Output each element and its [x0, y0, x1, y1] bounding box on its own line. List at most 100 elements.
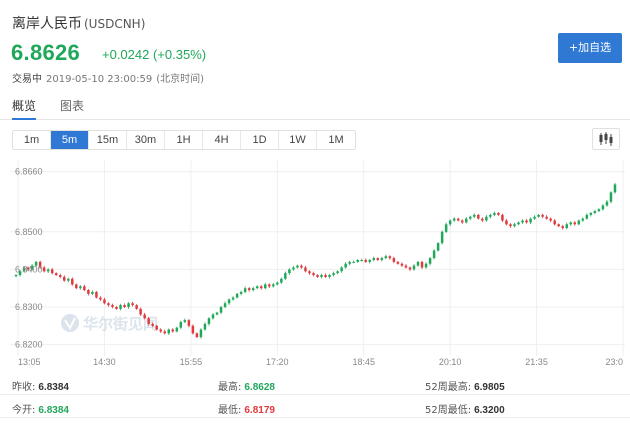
- period-1mo[interactable]: 1M: [317, 131, 355, 149]
- candle-body: [589, 213, 593, 215]
- candle-body: [119, 305, 122, 309]
- candle-body: [54, 273, 58, 276]
- x-tick-label: 17:20: [266, 357, 289, 366]
- period-15m[interactable]: 15m: [89, 131, 127, 149]
- candle-body: [135, 305, 138, 309]
- x-tick-label: 20:10: [439, 357, 462, 366]
- stat-value: 6.8384: [38, 382, 69, 393]
- candle-body: [505, 220, 508, 225]
- candle-body: [155, 325, 158, 330]
- period-30m[interactable]: 30m: [127, 131, 165, 149]
- period-1w[interactable]: 1W: [279, 131, 317, 149]
- candle-body: [292, 267, 295, 270]
- candle-body: [380, 258, 384, 260]
- candle-body: [272, 284, 275, 287]
- candle-body: [50, 269, 54, 274]
- stat-open: 今开: 6.8384: [12, 401, 69, 416]
- candle-body: [328, 275, 331, 277]
- candle-body: [360, 260, 363, 261]
- period-1h[interactable]: 1H: [165, 131, 203, 149]
- candle-body: [376, 258, 380, 260]
- candle-body: [42, 267, 46, 272]
- tab-chart[interactable]: 图表: [60, 97, 84, 120]
- candle-body: [436, 243, 440, 251]
- stat-prev-close: 昨收: 6.8384: [12, 378, 69, 393]
- trading-status: 交易中 2019-05-10 23:00:59 (北京时间): [12, 70, 204, 85]
- candle-body: [159, 329, 162, 332]
- candle-body: [312, 273, 315, 276]
- candlestick-icon: [599, 132, 613, 146]
- x-tick-label: 14:30: [93, 357, 116, 366]
- candle-body: [529, 218, 532, 223]
- candle-body: [392, 258, 396, 262]
- y-tick-label: 6.8200: [15, 340, 43, 350]
- y-tick-label: 6.8300: [15, 302, 43, 312]
- chart-type-button[interactable]: [592, 128, 620, 150]
- period-1d[interactable]: 1D: [241, 131, 279, 149]
- candle-body: [344, 263, 347, 268]
- candle-body: [75, 284, 78, 289]
- instrument-code: (USDCNH): [84, 17, 146, 31]
- candle-body: [448, 220, 452, 225]
- stat-value: 6.9805: [474, 382, 505, 393]
- candle-body: [91, 291, 94, 294]
- candle-body: [473, 214, 476, 217]
- candle-body: [308, 271, 311, 274]
- candle-body: [388, 256, 392, 259]
- candle-body: [103, 299, 106, 304]
- period-4h[interactable]: 4H: [203, 131, 241, 149]
- candle-body: [163, 331, 166, 334]
- candle-body: [151, 323, 154, 326]
- candle-body: [99, 297, 102, 300]
- candle-body: [456, 218, 460, 221]
- candle-body: [585, 214, 589, 219]
- candle-body: [336, 271, 339, 274]
- x-axis-labels: 13:05 14:30 15:55 17:20 18:45 20:10 21:35 23:0: [18, 357, 623, 366]
- candle-body: [356, 260, 359, 262]
- candle-body: [497, 213, 500, 215]
- candle-body: [485, 216, 488, 221]
- candle-body: [525, 220, 528, 223]
- stat-value: 6.3200: [474, 405, 505, 416]
- candle-body: [14, 275, 18, 277]
- candle-body: [231, 297, 235, 300]
- x-tick-label: 13:05: [18, 357, 41, 366]
- y-tick-label: 6.8400: [15, 264, 43, 274]
- period-5m[interactable]: 5m: [51, 131, 89, 149]
- candle-body: [183, 320, 187, 323]
- y-axis-labels: 6.8660 6.8500 6.8400 6.8300 6.8200: [15, 167, 43, 350]
- y-tick-label: 6.8500: [15, 227, 43, 237]
- candle-body: [46, 269, 50, 272]
- add-to-watchlist-button[interactable]: +加自选: [558, 33, 622, 63]
- tab-bar: 概览 图表: [0, 94, 630, 120]
- candle-body: [420, 261, 424, 268]
- x-tick-label: 18:45: [352, 357, 375, 366]
- stat-label: 昨收:: [12, 382, 36, 393]
- candle-body: [481, 218, 484, 221]
- stats-row-1: 昨收: 6.8384 最高: 6.8628 52周最高: 6.9805: [0, 373, 630, 395]
- status-text: 交易中: [12, 74, 42, 85]
- candlestick-chart[interactable]: 华尔街见闻 6.8660 6.8500 6.8400 6.8300 6.8200 13:…: [10, 160, 625, 366]
- candle-body: [215, 312, 219, 315]
- tab-overview[interactable]: 概览: [12, 97, 37, 120]
- watermark-text: 华尔街见闻: [83, 315, 158, 333]
- candle-body: [368, 260, 372, 262]
- candle-body: [489, 214, 492, 217]
- candle-body: [549, 218, 552, 221]
- candle-body: [444, 224, 448, 232]
- x-tick-label: 23:0: [605, 357, 623, 366]
- period-1m[interactable]: 1m: [13, 131, 51, 149]
- candle-body: [127, 303, 130, 307]
- candle-body: [243, 288, 247, 292]
- candle-body: [324, 275, 327, 277]
- stat-label: 52周最高:: [425, 382, 472, 393]
- candle-body: [147, 318, 150, 324]
- candle-body: [609, 192, 613, 202]
- candle-body: [545, 216, 548, 219]
- candle-body: [396, 261, 400, 264]
- candle-body: [412, 265, 416, 270]
- candle-body: [513, 224, 516, 227]
- candle-body: [123, 305, 126, 307]
- candle-body: [352, 261, 355, 263]
- candle-body: [533, 216, 536, 219]
